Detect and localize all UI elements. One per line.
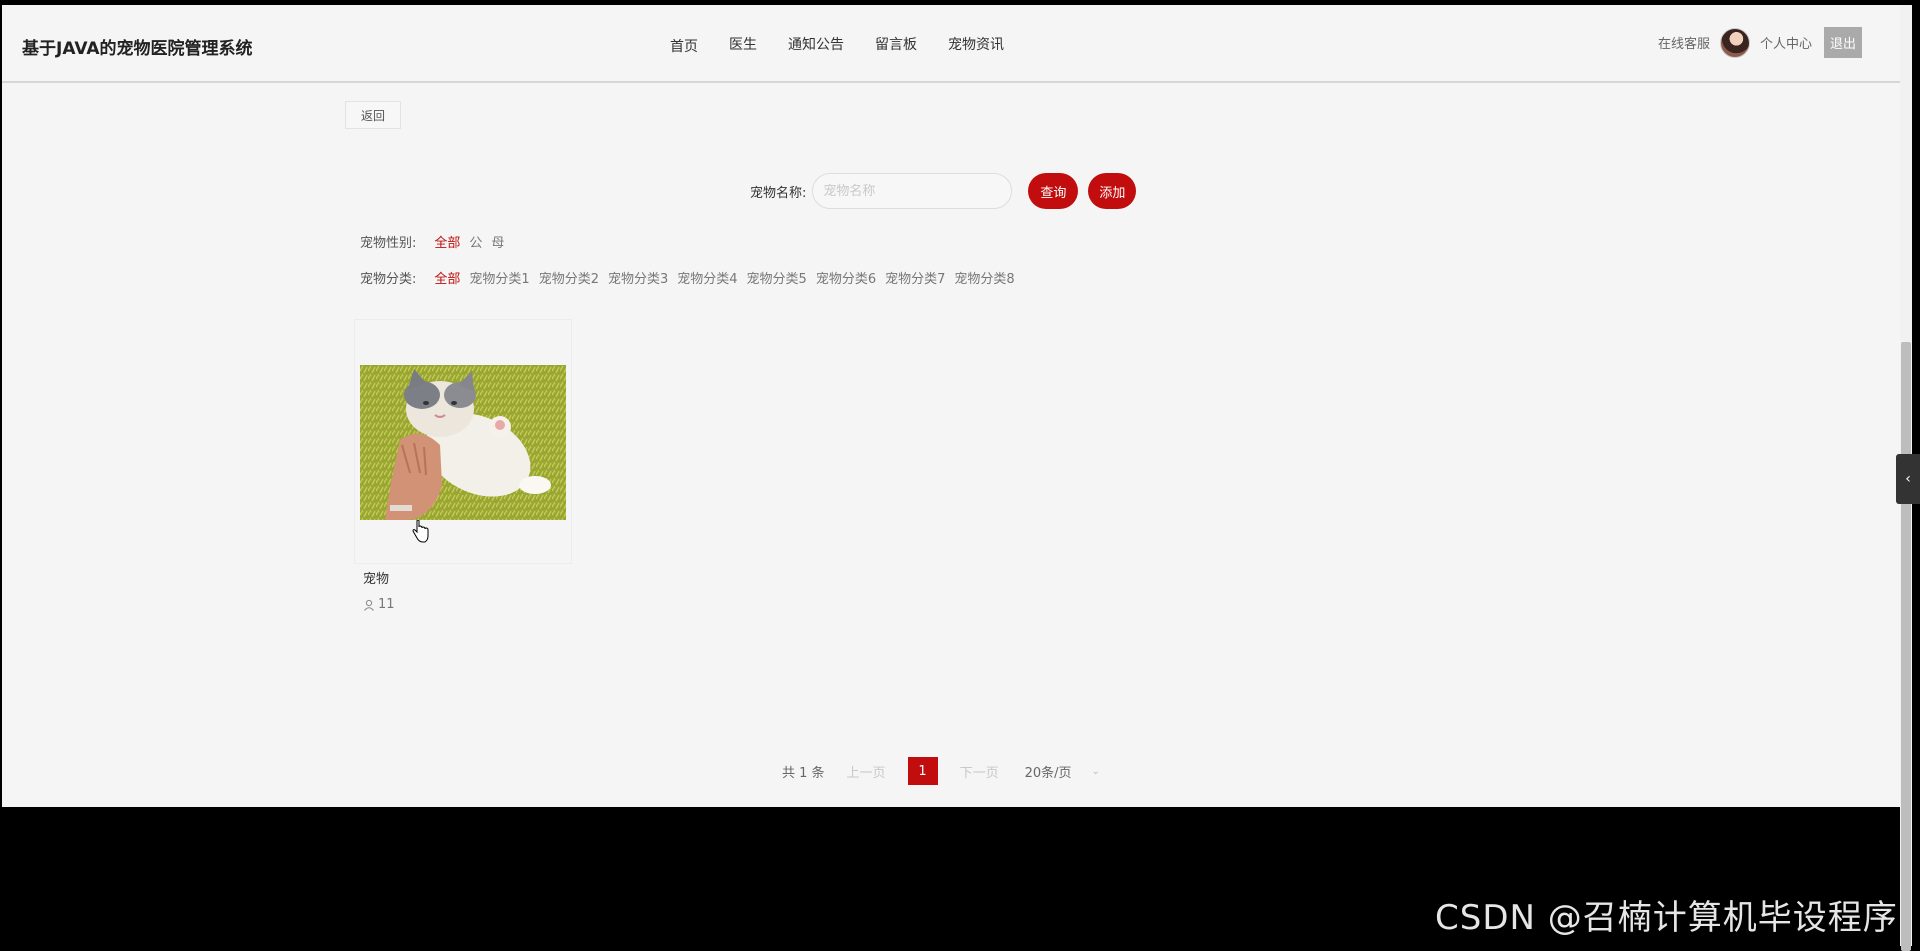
app-window: 基于JAVA的宠物医院管理系统 首页 医生 通知公告 留言板 宠物资讯 在线客服… (2, 5, 1900, 807)
category-option-2[interactable]: 宠物分类2 (539, 268, 599, 287)
gender-option-female[interactable]: 母 (491, 232, 504, 251)
hand-cursor-icon (411, 519, 429, 548)
category-option-5[interactable]: 宠物分类5 (747, 268, 807, 287)
back-button[interactable]: 返回 (345, 101, 401, 129)
page-size-select[interactable]: 20条/页 ⌄ (1025, 762, 1100, 781)
pagination-page-1[interactable]: 1 (907, 757, 938, 785)
pagination-prev[interactable]: 上一页 (847, 762, 886, 781)
pet-card[interactable] (354, 319, 572, 564)
pet-card-count: 11 (378, 597, 395, 612)
category-option-1[interactable]: 宠物分类1 (469, 268, 529, 287)
gender-option-male[interactable]: 公 (469, 232, 482, 251)
pagination: 共 1 条 上一页 1 下一页 20条/页 ⌄ (782, 757, 1100, 785)
nav-message-board[interactable]: 留言板 (875, 34, 917, 56)
avatar[interactable] (1719, 27, 1750, 58)
nav-pet-news[interactable]: 宠物资讯 (948, 34, 1004, 56)
nav-doctor[interactable]: 医生 (729, 34, 757, 56)
category-option-3[interactable]: 宠物分类3 (608, 268, 668, 287)
category-filter-label: 宠物分类: (360, 272, 417, 287)
gender-filter: 宠物性别: 全部 公 母 (360, 232, 513, 251)
profile-link[interactable]: 个人中心 (1760, 33, 1812, 52)
pagination-next[interactable]: 下一页 (960, 762, 999, 781)
nav-notice[interactable]: 通知公告 (788, 34, 844, 56)
pet-image[interactable] (360, 365, 566, 520)
app-title: 基于JAVA的宠物医院管理系统 (22, 39, 253, 59)
logout-button[interactable]: 退出 (1824, 27, 1862, 58)
header-actions: 在线客服 个人中心 退出 (1658, 27, 1862, 58)
category-option-all[interactable]: 全部 (434, 268, 460, 287)
chevron-down-icon: ⌄ (1091, 765, 1100, 777)
screen: 基于JAVA的宠物医院管理系统 首页 医生 通知公告 留言板 宠物资讯 在线客服… (0, 0, 1920, 951)
category-option-6[interactable]: 宠物分类6 (816, 268, 876, 287)
gender-filter-label: 宠物性别: (360, 236, 417, 251)
scrollbar-thumb[interactable] (1901, 342, 1911, 951)
pet-name-search-input[interactable] (812, 173, 1013, 209)
query-button[interactable]: 查询 (1028, 173, 1079, 209)
gender-option-all[interactable]: 全部 (434, 232, 460, 251)
page-size-value: 20条/页 (1024, 765, 1072, 781)
category-option-8[interactable]: 宠物分类8 (954, 268, 1014, 287)
pet-card-meta: 11 (363, 597, 395, 612)
user-icon (363, 599, 375, 611)
category-option-4[interactable]: 宠物分类4 (677, 268, 737, 287)
watermark: CSDN @召楠计算机毕设程序 (1435, 898, 1898, 938)
top-header: 基于JAVA的宠物医院管理系统 首页 医生 通知公告 留言板 宠物资讯 在线客服… (2, 5, 1900, 83)
nav-home[interactable]: 首页 (670, 36, 698, 56)
online-service-link[interactable]: 在线客服 (1658, 33, 1710, 52)
chevron-left-icon: ‹ (1905, 471, 1911, 487)
search-bar: 宠物名称: 查询 添加 (750, 173, 1137, 209)
pet-card-name[interactable]: 宠物 (363, 568, 389, 587)
add-button[interactable]: 添加 (1088, 173, 1137, 209)
side-panel-toggle[interactable]: ‹ (1896, 454, 1920, 504)
category-filter: 宠物分类: 全部 宠物分类1 宠物分类2 宠物分类3 宠物分类4 宠物分类5 宠… (360, 268, 1024, 287)
search-label: 宠物名称: (750, 185, 807, 201)
category-option-7[interactable]: 宠物分类7 (885, 268, 945, 287)
main-nav: 首页 医生 通知公告 留言板 宠物资讯 (670, 34, 1035, 56)
pagination-total: 共 1 条 (782, 765, 825, 781)
